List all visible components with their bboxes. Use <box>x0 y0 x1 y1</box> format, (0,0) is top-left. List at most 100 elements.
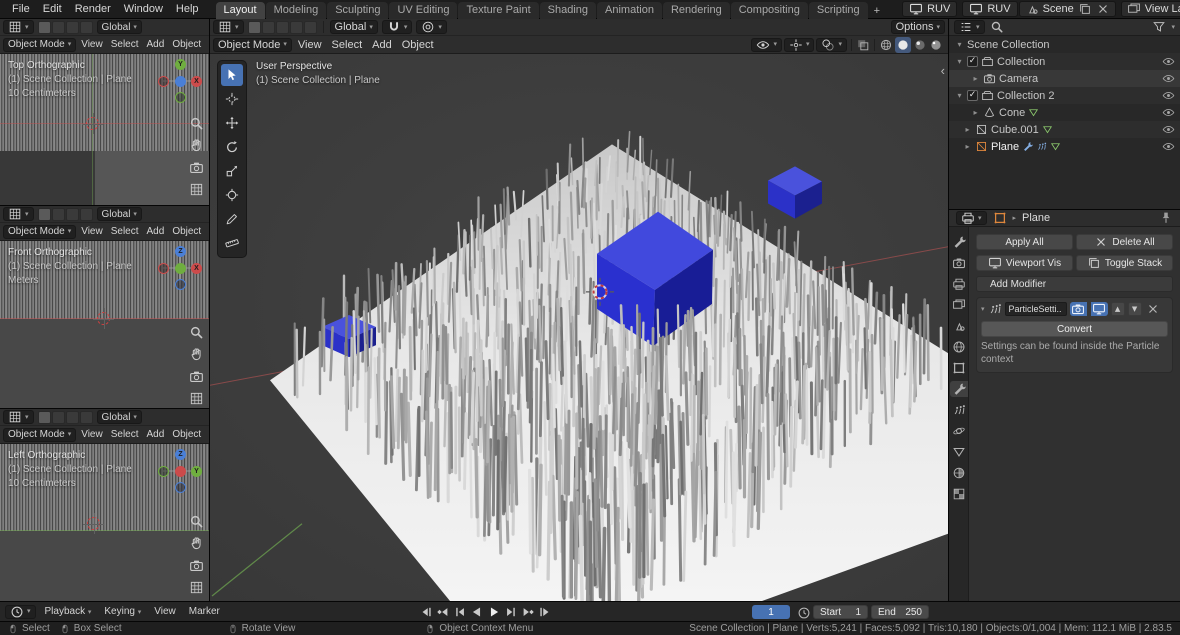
next-frame-button[interactable] <box>503 604 518 619</box>
zoom-icon[interactable] <box>189 116 204 131</box>
frame-end-field[interactable]: End 250 <box>871 605 929 619</box>
axis-y-center[interactable] <box>175 263 186 274</box>
tab-shading[interactable]: Shading <box>539 1 597 19</box>
axis-y-negative[interactable] <box>175 92 186 103</box>
outliner-row-collection[interactable]: ▾ ✓ Collection <box>949 53 1180 70</box>
prop-tab-view-layer[interactable] <box>950 297 968 313</box>
editor-type-dropdown[interactable]: ▾ <box>5 604 36 619</box>
jump-to-end-button[interactable] <box>537 604 552 619</box>
menu-add[interactable]: Add <box>144 226 168 237</box>
viewport-left-canvas[interactable]: Left Orthographic (1) Scene Collection |… <box>0 444 209 601</box>
filter-dropdown-caret[interactable]: ▾ <box>1171 23 1175 31</box>
tab-layout[interactable]: Layout <box>215 1 265 19</box>
tool-scale[interactable] <box>221 160 243 182</box>
axis-y-positive[interactable]: Y <box>175 59 186 70</box>
prop-tab-object[interactable] <box>950 360 968 376</box>
select-mode-icons[interactable] <box>37 207 93 221</box>
expand-icon[interactable]: ▾ <box>955 40 964 49</box>
preview-range-clock-icon[interactable] <box>797 606 811 620</box>
modifier-name-field[interactable]: ParticleSetti.. <box>1004 302 1067 316</box>
pan-icon[interactable] <box>189 536 204 551</box>
menu-select[interactable]: Select <box>108 429 142 440</box>
axis-x-positive[interactable]: X <box>191 263 202 274</box>
outliner-row-camera[interactable]: ▸ Camera <box>949 70 1180 87</box>
select-mode-icons[interactable] <box>37 20 93 34</box>
axis-gizmo[interactable]: Z Y <box>158 449 202 493</box>
prop-tab-tool[interactable] <box>950 234 968 250</box>
tool-cursor[interactable] <box>221 88 243 110</box>
expand-icon[interactable]: ▾ <box>955 91 964 100</box>
toggle-ortho-icon[interactable] <box>189 391 204 406</box>
pan-icon[interactable] <box>189 138 204 153</box>
toggle-ortho-icon[interactable] <box>189 580 204 595</box>
outliner-row-cube-001[interactable]: ▸ Cube.001 <box>949 121 1180 138</box>
orientation-dropdown[interactable]: Global ▾ <box>96 410 142 424</box>
prop-tab-physics[interactable] <box>950 423 968 439</box>
apply-all-button[interactable]: Apply All <box>976 234 1073 250</box>
pan-icon[interactable] <box>189 347 204 362</box>
menu-view[interactable]: View <box>150 606 180 617</box>
prop-tab-render[interactable] <box>950 255 968 271</box>
menu-object[interactable]: Object <box>169 226 204 237</box>
render-visibility-toggle[interactable] <box>1069 302 1087 316</box>
menu-render[interactable]: Render <box>69 2 117 16</box>
axis-z-negative[interactable] <box>175 482 186 493</box>
axis-z-negative[interactable] <box>175 279 186 290</box>
current-frame-field[interactable]: 1 <box>752 605 790 619</box>
orientation-dropdown[interactable]: Global ▾ <box>96 20 142 34</box>
axis-z-center[interactable] <box>175 76 186 87</box>
play-reverse-button[interactable] <box>469 604 484 619</box>
mode-dropdown[interactable]: Object Mode ▾ <box>3 37 77 52</box>
orientation-dropdown[interactable]: Global ▾ <box>329 20 378 34</box>
viewport-visibility-toggle[interactable] <box>1090 302 1108 316</box>
editor-type-dropdown[interactable]: ▾ <box>213 20 244 34</box>
search-icon[interactable] <box>990 20 1004 34</box>
menu-view[interactable]: View <box>78 429 106 440</box>
visibility-dropdown[interactable]: ▾ <box>751 37 782 52</box>
menu-playback[interactable]: Playback ▾ <box>41 606 96 617</box>
axis-x-negative[interactable] <box>158 76 169 87</box>
options-dropdown[interactable]: Options ▾ <box>890 20 945 34</box>
expand-icon[interactable]: ▸ <box>971 74 980 83</box>
prop-tab-modifiers[interactable] <box>949 381 968 397</box>
panel-expand-icon[interactable]: ▾ <box>981 305 985 313</box>
add-workspace-button[interactable]: + <box>869 3 885 19</box>
ruv-button-1[interactable]: RUV <box>902 1 958 17</box>
axis-z-positive[interactable]: Z <box>175 246 186 257</box>
tab-animation[interactable]: Animation <box>597 1 662 19</box>
menu-window[interactable]: Window <box>118 2 169 16</box>
menu-view[interactable]: View <box>78 226 106 237</box>
tool-transform[interactable] <box>221 184 243 206</box>
prop-tab-object-data[interactable] <box>950 444 968 460</box>
menu-keying[interactable]: Keying ▾ <box>100 606 145 617</box>
eye-icon[interactable] <box>1162 106 1175 119</box>
eye-icon[interactable] <box>1162 89 1175 102</box>
menu-view[interactable]: View <box>294 39 326 51</box>
scene-3d[interactable] <box>210 54 948 601</box>
menu-add[interactable]: Add <box>144 429 168 440</box>
viewport-front-canvas[interactable]: Front Orthographic (1) Scene Collection … <box>0 241 209 408</box>
prev-frame-button[interactable] <box>452 604 467 619</box>
tool-measure[interactable] <box>221 232 243 254</box>
add-modifier-dropdown[interactable]: Add Modifier <box>976 276 1173 292</box>
proportional-editing-dropdown[interactable]: ▾ <box>416 20 447 34</box>
unlink-scene-icon[interactable] <box>1096 2 1110 16</box>
menu-file[interactable]: File <box>6 2 36 16</box>
menu-add[interactable]: Add <box>368 39 396 51</box>
menu-edit[interactable]: Edit <box>37 2 68 16</box>
mode-dropdown[interactable]: Object Mode ▾ <box>213 37 292 52</box>
zoom-icon[interactable] <box>189 325 204 340</box>
menu-marker[interactable]: Marker <box>185 606 224 617</box>
menu-object[interactable]: Object <box>169 429 204 440</box>
convert-button[interactable]: Convert <box>981 321 1168 337</box>
axis-y-positive[interactable]: Y <box>191 466 202 477</box>
outliner-row-scene-collection[interactable]: ▾ Scene Collection <box>949 36 1180 53</box>
expand-icon[interactable]: ▾ <box>955 57 964 66</box>
eye-icon[interactable] <box>1162 123 1175 136</box>
axis-z-positive[interactable]: Z <box>175 449 186 460</box>
delete-all-button[interactable]: Delete All <box>1076 234 1173 250</box>
prop-tab-particles[interactable] <box>950 402 968 418</box>
camera-view-icon[interactable] <box>189 369 204 384</box>
shading-solid-active[interactable] <box>895 36 911 53</box>
menu-view[interactable]: View <box>78 39 106 50</box>
